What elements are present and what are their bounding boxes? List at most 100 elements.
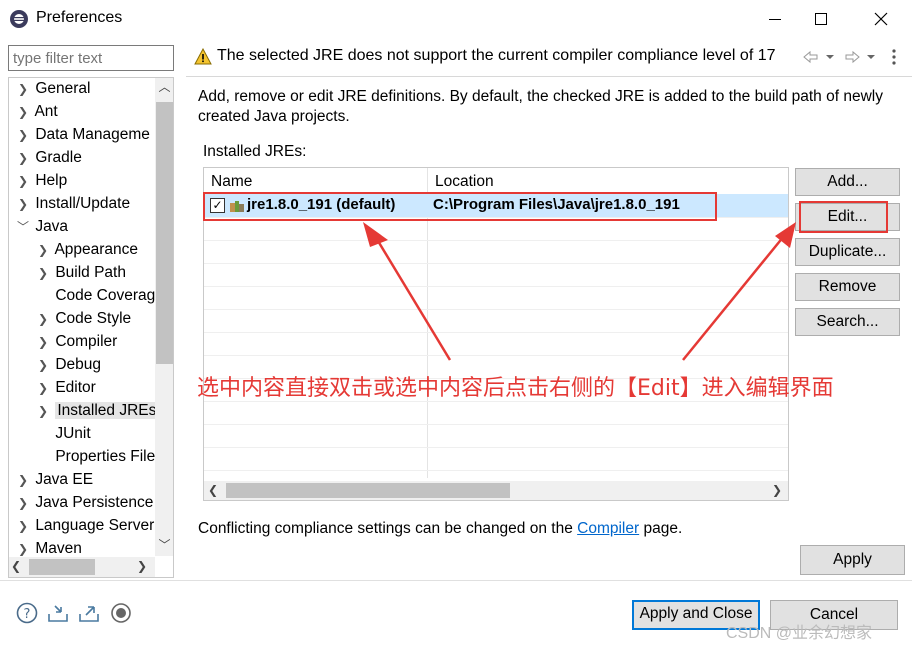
scroll-right-icon[interactable]: ❯	[137, 559, 147, 573]
tree-item-label: Data Manageme	[35, 126, 150, 143]
scroll-up-icon[interactable]: ︿	[155, 78, 173, 98]
scroll-thumb[interactable]	[156, 102, 173, 364]
chevron-right-icon[interactable]: ❯	[15, 148, 31, 169]
chevron-right-icon[interactable]: ❯	[15, 194, 31, 215]
chevron-right-icon[interactable]: ❯	[15, 79, 31, 100]
remove-button[interactable]: Remove	[795, 273, 900, 301]
tree-item-label: Debug	[55, 356, 101, 373]
tree-item[interactable]: ❯ Compiler	[35, 331, 117, 354]
column-header-location[interactable]: Location	[428, 168, 494, 192]
page-description: Add, remove or edit JRE definitions. By …	[198, 88, 883, 125]
scroll-right-icon[interactable]: ❯	[768, 481, 786, 500]
table-grid-line	[204, 447, 788, 448]
chevron-down-icon[interactable]: ﹀	[15, 217, 31, 238]
chevron-right-icon[interactable]: ❯	[35, 401, 51, 422]
view-menu-icon[interactable]	[892, 48, 896, 66]
chevron-right-icon[interactable]: ❯	[15, 171, 31, 192]
tree-item[interactable]: JUnit	[35, 423, 90, 446]
search-button[interactable]: Search...	[795, 308, 900, 336]
chevron-right-icon[interactable]: ❯	[35, 309, 51, 330]
chevron-right-icon[interactable]: ❯	[35, 355, 51, 376]
edit-highlight-box	[799, 201, 888, 233]
tree-item[interactable]: ❯ Help	[15, 170, 67, 193]
tree-item-label: Appearance	[54, 241, 139, 258]
scroll-thumb[interactable]	[29, 559, 95, 575]
tree-item[interactable]: ❯ Ant	[15, 101, 58, 124]
scroll-down-icon[interactable]: ﹀	[155, 536, 173, 556]
table-grid-line	[204, 424, 788, 425]
help-icon[interactable]: ?	[16, 602, 38, 624]
tree-item[interactable]: ❯ General	[15, 78, 91, 101]
watermark: CSDN @业余幻想家	[726, 625, 873, 642]
table-grid-line	[204, 286, 788, 287]
chevron-right-icon[interactable]: ❯	[35, 332, 51, 353]
chevron-right-icon[interactable]: ❯	[15, 125, 31, 146]
eclipse-app-icon	[10, 10, 28, 28]
history-navigation[interactable]	[803, 50, 883, 64]
import-icon[interactable]	[47, 602, 69, 624]
chevron-right-icon[interactable]: ❯	[15, 516, 31, 537]
scroll-left-icon[interactable]: ❮	[204, 481, 222, 500]
maximize-icon[interactable]	[798, 0, 844, 38]
tree-item[interactable]: ❯ Code Style	[35, 308, 131, 331]
tree-vertical-scrollbar[interactable]: ︿ ﹀	[155, 78, 173, 556]
tree-item-label: Java Persistence	[35, 494, 154, 511]
scroll-thumb[interactable]	[226, 483, 510, 498]
tree-item-label: Code Style	[55, 310, 132, 327]
table-grid-line	[204, 470, 788, 471]
tree-item-label: Maven	[35, 540, 82, 557]
tree-item-label: Build Path	[55, 264, 126, 281]
tree-item-label: Code Coverag	[55, 287, 156, 304]
tree-item-label: Ant	[34, 103, 58, 120]
apply-button[interactable]: Apply	[800, 545, 905, 575]
chevron-right-icon[interactable]: ❯	[15, 470, 31, 491]
table-grid-line	[204, 309, 788, 310]
tree-item[interactable]: ❯ Data Manageme	[15, 124, 150, 147]
tree-horizontal-scrollbar[interactable]: ❮ ❯	[9, 557, 155, 577]
tree-item[interactable]: ❯ Install/Update	[15, 193, 130, 216]
tree-item[interactable]: ❯ Java EE	[15, 469, 93, 492]
oomph-record-icon[interactable]	[110, 602, 132, 624]
instruction-annotation: 选中内容直接双击或选中内容后点击右侧的【Edit】进入编辑界面	[197, 376, 834, 401]
chevron-right-icon[interactable]: ❯	[35, 378, 51, 399]
tree-item[interactable]: Properties File	[35, 446, 155, 469]
tree-item[interactable]: ❯ Gradle	[15, 147, 82, 170]
filter-input[interactable]	[8, 45, 174, 71]
tree-item-label: Compiler	[55, 333, 118, 350]
chevron-right-icon[interactable]: ❯	[15, 102, 31, 123]
tree-item[interactable]: ❯ Language Server	[15, 515, 154, 538]
tree-item-label: Gradle	[35, 149, 82, 166]
preference-tree: ❯ General ❯ Ant ❯ Data Manageme ❯ Gradle ❯ H…	[8, 77, 174, 578]
warning-icon	[194, 48, 212, 65]
tree-item[interactable]: ❯ Debug	[35, 354, 101, 377]
svg-text:?: ?	[24, 607, 31, 622]
chevron-right-icon[interactable]: ❯	[35, 263, 51, 284]
conflict-suffix: page.	[639, 520, 683, 537]
row-highlight-box	[203, 192, 717, 221]
tree-item-label: Installed JREs	[55, 402, 159, 419]
chevron-right-icon[interactable]: ❯	[35, 240, 51, 261]
add-button[interactable]: Add...	[795, 168, 900, 196]
duplicate-button[interactable]: Duplicate...	[795, 238, 900, 266]
tree-item[interactable]: ❯ Installed JREs	[35, 400, 159, 423]
tree-item[interactable]: ❯ Editor	[35, 377, 96, 400]
tree-item[interactable]: ﹀ Java	[15, 216, 68, 239]
table-grid-line	[204, 332, 788, 333]
tree-item[interactable]: ❯ Java Persistence	[15, 492, 153, 515]
tree-item-label: Help	[35, 172, 68, 189]
tree-item[interactable]: ❯ Build Path	[35, 262, 126, 285]
table-horizontal-scrollbar[interactable]: ❮ ❯	[204, 481, 788, 500]
minimize-icon[interactable]	[752, 0, 798, 38]
chevron-right-icon[interactable]: ❯	[15, 493, 31, 514]
tree-item[interactable]: Code Coverag	[35, 285, 155, 308]
title-bar: Preferences	[0, 0, 912, 38]
scroll-left-icon[interactable]: ❮	[11, 559, 21, 573]
tree-item[interactable]: ❯ Appearance	[35, 239, 138, 262]
export-icon[interactable]	[78, 602, 100, 624]
tree-item-label: General	[35, 80, 91, 97]
close-icon[interactable]	[858, 0, 904, 38]
table-grid-line	[204, 263, 788, 264]
column-header-name[interactable]: Name	[204, 168, 252, 192]
installed-jres-label: Installed JREs:	[203, 143, 307, 160]
compiler-link[interactable]: Compiler	[577, 520, 639, 537]
